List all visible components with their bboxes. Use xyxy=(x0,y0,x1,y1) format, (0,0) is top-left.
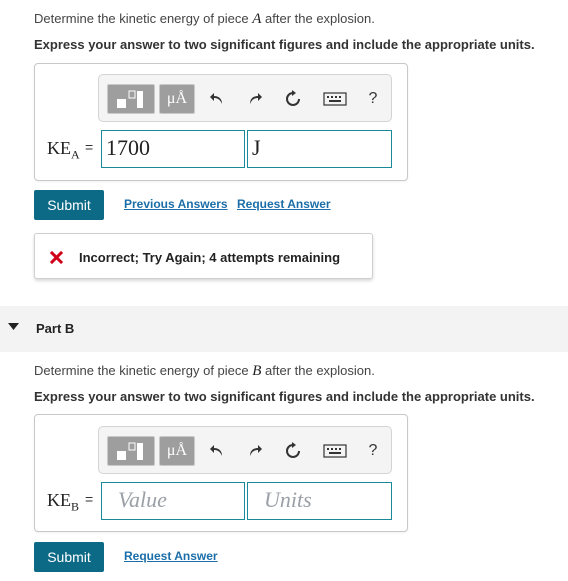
part-a-answer-box: μÅ ? KEA = 1700 J xyxy=(34,63,408,181)
help-icon[interactable]: ? xyxy=(359,85,387,113)
keyboard-icon[interactable] xyxy=(319,85,351,113)
equals-sign: = xyxy=(85,139,94,155)
part-b-prompt: Determine the kinetic energy of piece B … xyxy=(34,363,375,379)
help-icon[interactable]: ? xyxy=(359,437,387,465)
ke-a-units-input[interactable]: J xyxy=(247,130,392,168)
ke-b-units-input[interactable]: Units xyxy=(247,482,392,520)
part-a-instruction: Express your answer to two significant f… xyxy=(34,37,535,52)
x-mark-icon xyxy=(50,251,63,264)
previous-answers-link[interactable]: Previous Answers xyxy=(124,197,228,211)
part-b-title: Part B xyxy=(36,321,75,336)
templates-button[interactable] xyxy=(107,84,155,114)
request-answer-link[interactable]: Request Answer xyxy=(124,549,218,563)
redo-icon[interactable] xyxy=(241,437,269,465)
redo-icon[interactable] xyxy=(241,85,269,113)
ke-b-label: KEB xyxy=(47,490,80,514)
part-a-submit-button[interactable]: Submit xyxy=(34,190,104,220)
part-b-answer-box: μÅ ? KEB = Value Units xyxy=(34,414,408,532)
templates-icon xyxy=(117,442,143,460)
part-a-toolbar: μÅ ? xyxy=(98,74,392,122)
units-button[interactable]: μÅ xyxy=(159,436,195,466)
templates-button[interactable] xyxy=(107,436,155,466)
units-icon: μÅ xyxy=(166,442,188,459)
part-b-submit-button[interactable]: Submit xyxy=(34,542,104,572)
feedback-text: Incorrect; Try Again; 4 attempts remaini… xyxy=(79,250,341,265)
keyboard-icon[interactable] xyxy=(319,437,351,465)
templates-icon xyxy=(117,90,143,108)
undo-icon[interactable] xyxy=(203,85,231,113)
part-b-header[interactable]: Part B xyxy=(0,306,568,352)
units-icon: μÅ xyxy=(166,90,188,107)
triangle-down-icon[interactable] xyxy=(8,323,19,331)
equals-sign: = xyxy=(85,491,94,507)
part-a-prompt: Determine the kinetic energy of piece A … xyxy=(34,11,375,27)
feedback-box: Incorrect; Try Again; 4 attempts remaini… xyxy=(34,233,373,279)
ke-a-label: KEA xyxy=(47,138,80,162)
units-button[interactable]: μÅ xyxy=(159,84,195,114)
reset-icon[interactable] xyxy=(279,85,307,113)
ke-b-value-input[interactable]: Value xyxy=(101,482,245,520)
request-answer-link[interactable]: Request Answer xyxy=(237,197,331,211)
undo-icon[interactable] xyxy=(203,437,231,465)
part-b-toolbar: μÅ ? xyxy=(98,426,392,474)
part-b-instruction: Express your answer to two significant f… xyxy=(34,389,535,404)
reset-icon[interactable] xyxy=(279,437,307,465)
ke-a-value-input[interactable]: 1700 xyxy=(101,130,245,168)
